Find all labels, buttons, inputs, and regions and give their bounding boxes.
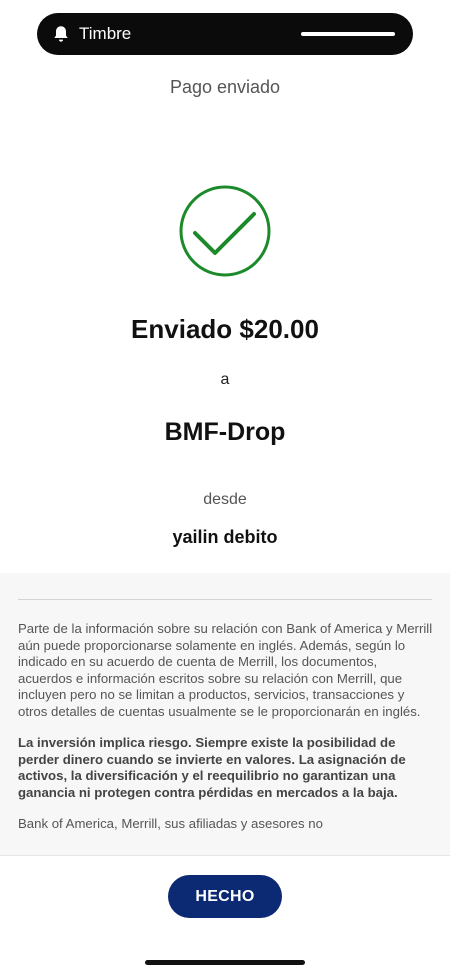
recipient-name: BMF-Drop xyxy=(164,418,286,446)
sent-amount: Enviado $20.00 xyxy=(131,314,319,344)
from-label: desde xyxy=(203,491,247,508)
page-title: Pago enviado xyxy=(169,77,281,97)
home-indicator[interactable] xyxy=(145,960,305,965)
disclaimer-text: Parte de la información sobre su relació… xyxy=(18,621,434,848)
disclaimer-affiliates-note: Bank of America, Merrill, sus afiliadas … xyxy=(18,816,323,831)
notification-banner[interactable]: Timbre xyxy=(37,13,413,55)
divider xyxy=(18,599,432,600)
to-label: a xyxy=(220,371,230,388)
done-button[interactable]: HECHO xyxy=(168,875,282,918)
notification-label: Timbre xyxy=(79,24,132,43)
bottom-bar: HECHO xyxy=(0,855,450,976)
disclaimer-language-note: Parte de la información sobre su relació… xyxy=(18,621,433,719)
disclaimer-risk-warning: La inversión implica riesgo. Siempre exi… xyxy=(18,735,406,800)
checkmark-circle-icon xyxy=(179,185,271,277)
bell-icon xyxy=(54,26,68,42)
disclaimer-section[interactable]: Parte de la información sobre su relació… xyxy=(0,573,450,855)
notification-grabber[interactable] xyxy=(301,32,395,36)
source-account: yailin debito xyxy=(172,527,278,547)
